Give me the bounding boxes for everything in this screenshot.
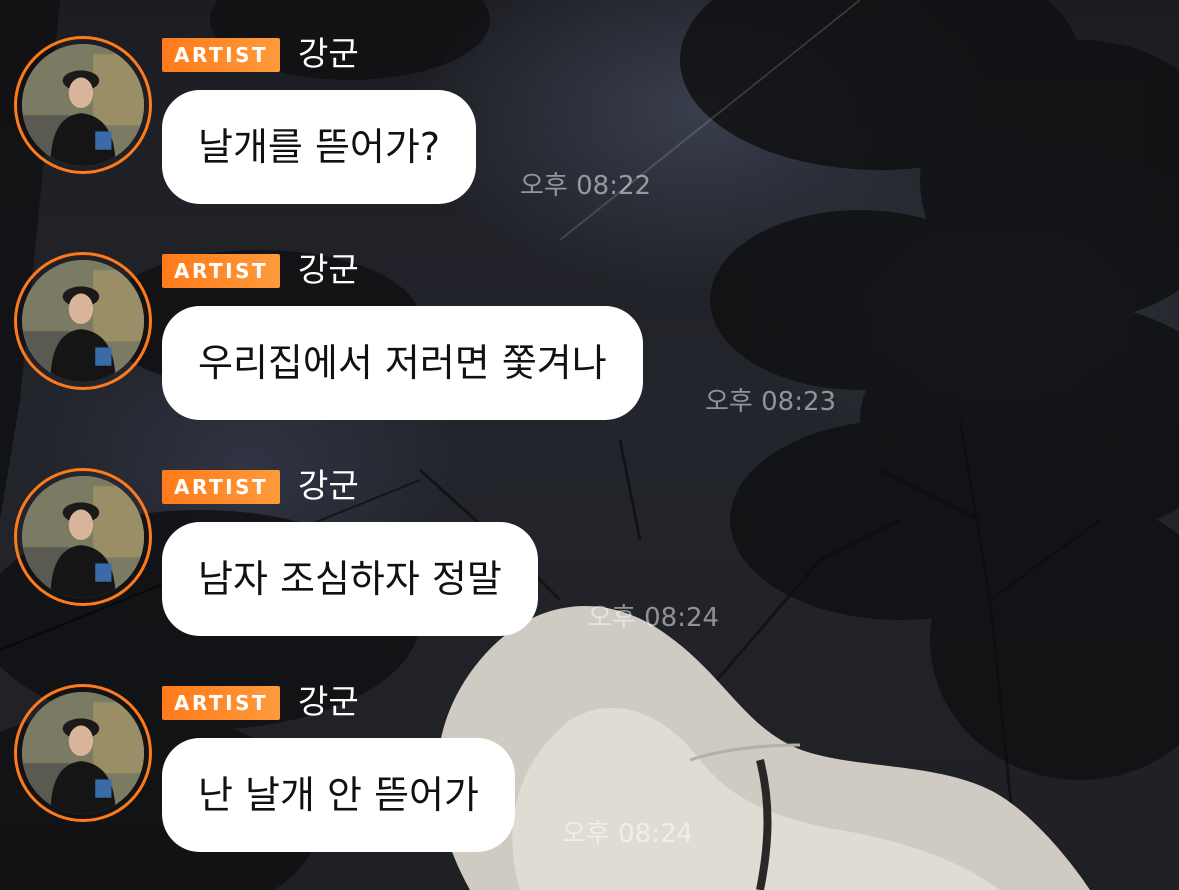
message-timestamp: 오후 08:24 xyxy=(588,603,720,633)
artist-badge: ARTIST xyxy=(162,470,281,504)
message-bubble[interactable]: 우리집에서 저러면 쫓겨나 xyxy=(162,306,643,420)
profile-photo xyxy=(22,476,144,598)
artist-badge: ARTIST xyxy=(162,254,281,288)
avatar[interactable] xyxy=(14,468,152,606)
sender-name: 강군 xyxy=(298,682,359,721)
profile-photo xyxy=(22,692,144,814)
message-timestamp: 오후 08:24 xyxy=(562,819,694,849)
avatar[interactable] xyxy=(14,252,152,390)
message-timestamp: 오후 08:22 xyxy=(520,171,652,201)
message-bubble[interactable]: 난 날개 안 뜯어가 xyxy=(162,738,515,852)
message-timestamp: 오후 08:23 xyxy=(705,387,837,417)
artist-badge: ARTIST xyxy=(162,686,281,720)
message-bubble[interactable]: 남자 조심하자 정말 xyxy=(162,522,538,636)
avatar[interactable] xyxy=(14,36,152,174)
sender-name: 강군 xyxy=(298,34,359,73)
avatar[interactable] xyxy=(14,684,152,822)
sender-name: 강군 xyxy=(298,250,359,289)
sender-name: 강군 xyxy=(298,466,359,505)
profile-photo xyxy=(22,260,144,382)
artist-badge: ARTIST xyxy=(162,38,281,72)
message-bubble[interactable]: 날개를 뜯어가? xyxy=(162,90,477,204)
profile-photo xyxy=(22,44,144,166)
